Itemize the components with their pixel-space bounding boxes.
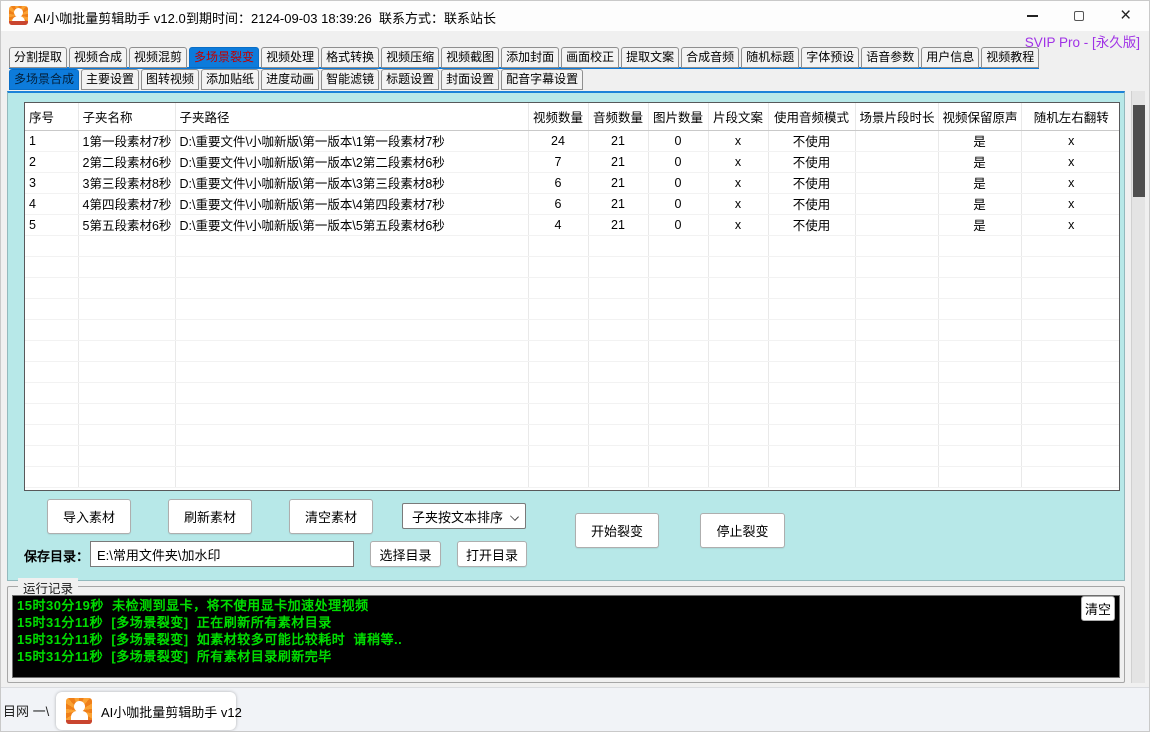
app-window: AI小咖批量剪辑助手 v12.0 到期时间：2124-09-03 18:39:2… <box>0 0 1150 732</box>
column-header: 子夹路径 <box>175 103 528 130</box>
table-row[interactable]: 22第二段素材6秒D:\重要文件\小咖新版\第一版本\2第二段素材6秒7210x… <box>25 151 1120 172</box>
tab-主要设置[interactable]: 主要设置 <box>81 69 139 90</box>
tab-row-2: 多场景合成主要设置图转视频添加贴纸进度动画智能滤镜标题设置封面设置配音字幕设置 <box>9 69 583 90</box>
log-clear-button[interactable]: 清空 <box>1081 596 1115 621</box>
log-line: 15时31分11秒 [多场景裂变] 如素材较多可能比较耗时 请稍等.. <box>17 631 1115 648</box>
tab-格式转换[interactable]: 格式转换 <box>321 47 379 68</box>
table-row[interactable]: 44第四段素材7秒D:\重要文件\小咖新版\第一版本\4第四段素材7秒6210x… <box>25 193 1120 214</box>
table-empty-row <box>25 298 1120 319</box>
log-line: 15时31分11秒 [多场景裂变] 所有素材目录刷新完毕 <box>17 648 1115 665</box>
table-empty-row <box>25 445 1120 466</box>
material-table: 序号子夹名称子夹路径视频数量音频数量图片数量片段文案使用音频模式场景片段时长视频… <box>24 102 1120 491</box>
tab-用户信息[interactable]: 用户信息 <box>921 47 979 68</box>
license-badge: SVIP Pro - [永久版] <box>1025 31 1140 51</box>
tab-字体预设[interactable]: 字体预设 <box>801 47 859 68</box>
tab-配音字幕设置[interactable]: 配音字幕设置 <box>501 69 583 90</box>
column-header: 场景片段时长 <box>855 103 938 130</box>
table-empty-row <box>25 277 1120 298</box>
tab-合成音频[interactable]: 合成音频 <box>681 47 739 68</box>
sort-order-value: 子夹按文本排序 <box>412 507 503 526</box>
import-material-button[interactable]: 导入素材 <box>47 499 131 534</box>
tab-进度动画[interactable]: 进度动画 <box>261 69 319 90</box>
table-row[interactable]: 55第五段素材6秒D:\重要文件\小咖新版\第一版本\5第五段素材6秒4210x… <box>25 214 1120 235</box>
table-empty-row <box>25 235 1120 256</box>
start-fission-button[interactable]: 开始裂变 <box>575 513 659 548</box>
table-row[interactable]: 11第一段素材7秒D:\重要文件\小咖新版\第一版本\1第一段素材7秒24210… <box>25 130 1120 151</box>
table-empty-row <box>25 466 1120 487</box>
sort-order-select[interactable]: 子夹按文本排序 <box>402 503 526 529</box>
table-empty-row <box>25 256 1120 277</box>
window-title: AI小咖批量剪辑助手 v12.0 <box>34 8 186 27</box>
table-empty-row <box>25 424 1120 445</box>
save-dir-input[interactable] <box>90 541 354 567</box>
table-header: 序号子夹名称子夹路径视频数量音频数量图片数量片段文案使用音频模式场景片段时长视频… <box>25 103 1120 130</box>
refresh-material-button[interactable]: 刷新素材 <box>168 499 252 534</box>
tab-添加封面[interactable]: 添加封面 <box>501 47 559 68</box>
tab-添加贴纸[interactable]: 添加贴纸 <box>201 69 259 90</box>
close-button[interactable]: × <box>1102 1 1149 31</box>
table-empty-row <box>25 361 1120 382</box>
app-logo-icon <box>66 698 92 724</box>
tab-提取文案[interactable]: 提取文案 <box>621 47 679 68</box>
clear-material-button[interactable]: 清空素材 <box>289 499 373 534</box>
stop-fission-button[interactable]: 停止裂变 <box>700 513 785 548</box>
vertical-scrollbar[interactable] <box>1131 91 1145 683</box>
tab-视频合成[interactable]: 视频合成 <box>69 47 127 68</box>
minimize-button[interactable] <box>1009 1 1056 31</box>
scrollbar-thumb[interactable] <box>1133 105 1145 197</box>
log-console: 15时30分19秒 未检测到显卡，将不使用显卡加速处理视频15时31分11秒 [… <box>12 595 1120 678</box>
tab-视频截图[interactable]: 视频截图 <box>441 47 499 68</box>
expire-time-text: 到期时间：2124-09-03 18:39:26 <box>186 8 372 27</box>
column-header: 片段文案 <box>708 103 768 130</box>
close-icon: × <box>1120 11 1131 21</box>
tab-随机标题[interactable]: 随机标题 <box>741 47 799 68</box>
column-header: 图片数量 <box>648 103 708 130</box>
tab-画面校正[interactable]: 画面校正 <box>561 47 619 68</box>
multiscene-panel: 序号子夹名称子夹路径视频数量音频数量图片数量片段文案使用音频模式场景片段时长视频… <box>7 91 1125 581</box>
column-header: 音频数量 <box>588 103 648 130</box>
tab-图转视频[interactable]: 图转视频 <box>141 69 199 90</box>
save-dir-label: 保存目录： <box>24 546 89 565</box>
table-empty-row <box>25 382 1120 403</box>
table-empty-row <box>25 340 1120 361</box>
log-line: 15时31分11秒 [多场景裂变] 正在刷新所有素材目录 <box>17 614 1115 631</box>
contact-text: 联系方式：联系站长 <box>379 8 496 27</box>
tab-语音参数[interactable]: 语音参数 <box>861 47 919 68</box>
run-log-groupbox: 运行记录 15时30分19秒 未检测到显卡，将不使用显卡加速处理视频15时31分… <box>7 586 1125 683</box>
tab-多场景裂变[interactable]: 多场景裂变 <box>189 47 259 68</box>
tab-视频压缩[interactable]: 视频压缩 <box>381 47 439 68</box>
taskbar-app-button[interactable]: AI小咖批量剪辑助手 v12 <box>56 692 236 730</box>
log-line: 15时30分19秒 未检测到显卡，将不使用显卡加速处理视频 <box>17 597 1115 614</box>
column-header: 序号 <box>25 103 78 130</box>
tab-视频混剪[interactable]: 视频混剪 <box>129 47 187 68</box>
minimize-icon <box>1027 15 1038 17</box>
taskbar: 目网 一\ AI小咖批量剪辑助手 v12 <box>1 687 1149 732</box>
tab-视频教程[interactable]: 视频教程 <box>981 47 1039 68</box>
tab-分割提取[interactable]: 分割提取 <box>9 47 67 68</box>
column-header: 视频保留原声 <box>938 103 1021 130</box>
tab-row-1: 分割提取视频合成视频混剪多场景裂变视频处理格式转换视频压缩视频截图添加封面画面校… <box>9 47 1039 68</box>
background-window-text: 目网 一\ <box>3 701 49 720</box>
tab-封面设置[interactable]: 封面设置 <box>441 69 499 90</box>
tab-智能滤镜[interactable]: 智能滤镜 <box>321 69 379 90</box>
tab-标题设置[interactable]: 标题设置 <box>381 69 439 90</box>
column-header: 视频数量 <box>528 103 588 130</box>
app-logo-icon <box>9 6 28 25</box>
column-header: 子夹名称 <box>78 103 175 130</box>
maximize-icon <box>1074 11 1084 21</box>
title-bar: AI小咖批量剪辑助手 v12.0 到期时间：2124-09-03 18:39:2… <box>1 1 1149 31</box>
window-controls: × <box>1009 1 1149 31</box>
taskbar-app-label: AI小咖批量剪辑助手 v12 <box>101 702 242 721</box>
open-dir-button[interactable]: 打开目录 <box>457 541 527 567</box>
tab-视频处理[interactable]: 视频处理 <box>261 47 319 68</box>
maximize-button[interactable] <box>1056 1 1103 31</box>
column-header: 使用音频模式 <box>768 103 855 130</box>
table-row[interactable]: 33第三段素材8秒D:\重要文件\小咖新版\第一版本\3第三段素材8秒6210x… <box>25 172 1120 193</box>
choose-dir-button[interactable]: 选择目录 <box>370 541 441 567</box>
tab-多场景合成[interactable]: 多场景合成 <box>9 69 79 90</box>
chevron-down-icon <box>510 512 519 521</box>
table-empty-row <box>25 403 1120 424</box>
column-header: 随机左右翻转 <box>1021 103 1120 130</box>
table-empty-row <box>25 319 1120 340</box>
